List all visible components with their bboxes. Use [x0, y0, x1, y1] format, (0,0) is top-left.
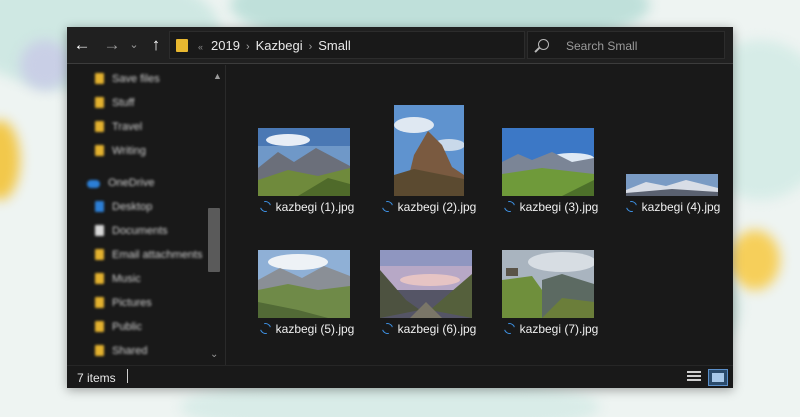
back-arrow-icon[interactable]: ←: [71, 34, 93, 56]
sidebar-item-label: Music: [112, 273, 141, 285]
file-name: kazbegi (2).jpg: [368, 198, 490, 215]
scroll-up-icon[interactable]: ▲: [213, 71, 222, 81]
sync-pending-icon: [379, 198, 395, 215]
file-grid: kazbegi (1).jpg kazbegi (2).jpg kazbegi …: [226, 65, 733, 365]
sync-pending-icon: [501, 198, 517, 215]
file-name: kazbegi (7).jpg: [490, 320, 612, 337]
folder-icon: [95, 321, 104, 332]
sidebar-item-label: Shared: [112, 345, 148, 357]
breadcrumb-item[interactable]: Small: [318, 38, 351, 53]
sync-pending-icon: [257, 198, 273, 215]
breadcrumb: « 2019 › Kazbegi › Small: [198, 38, 351, 53]
sidebar-item-travel[interactable]: Travel: [95, 121, 142, 139]
sidebar-item-documents[interactable]: Documents: [95, 225, 168, 243]
folder-icon: [176, 39, 188, 52]
search-icon: [538, 39, 549, 50]
sync-pending-icon: [379, 320, 395, 337]
breadcrumb-separator-icon[interactable]: ›: [309, 41, 313, 53]
image-thumbnail: [626, 174, 718, 196]
folder-icon: [95, 297, 104, 308]
sidebar-item-label: OneDrive: [108, 177, 155, 189]
image-thumbnail: [502, 128, 594, 196]
details-view-icon[interactable]: [687, 371, 701, 384]
sidebar-item-music[interactable]: Music: [95, 273, 141, 291]
search-input[interactable]: [566, 38, 716, 54]
file-explorer-window: ← → ⌄ ↑ «2019›Kazbegi›Small ⌄ ↻ ▲ Save f…: [67, 27, 733, 388]
recent-locations-chevron-icon[interactable]: ⌄: [123, 34, 145, 56]
large-icons-view-icon[interactable]: [708, 369, 728, 386]
status-bar: 7 items: [67, 365, 733, 388]
file-name: kazbegi (1).jpg: [246, 198, 368, 215]
sidebar-item-onedrive[interactable]: OneDrive: [87, 177, 154, 195]
sync-pending-icon: [501, 320, 517, 337]
sidebar-item-label: Save files: [112, 73, 160, 85]
sidebar-item-pictures[interactable]: Pictures: [95, 297, 152, 315]
sidebar-item-label: Desktop: [112, 201, 153, 213]
sidebar-item-label: Travel: [112, 121, 143, 133]
sidebar-scrollbar-thumb[interactable]: [208, 208, 220, 272]
sidebar-item-label: Documents: [112, 225, 168, 237]
folder-icon: [95, 145, 104, 156]
sidebar-item-label: Public: [112, 321, 142, 333]
folder-icon: [95, 273, 104, 284]
sidebar-item-desktop[interactable]: Desktop: [95, 201, 152, 219]
forward-arrow-icon[interactable]: →: [101, 34, 123, 56]
desktop-icon: [95, 201, 104, 212]
item-count: 7 items: [77, 371, 116, 385]
sync-pending-icon: [257, 320, 273, 337]
sidebar-item-shared[interactable]: Shared: [95, 345, 147, 363]
sidebar-item-save-files[interactable]: Save files: [95, 73, 160, 91]
file-tile-kazbegi-7[interactable]: kazbegi (7).jpg: [490, 221, 612, 339]
file-tile-kazbegi-5[interactable]: kazbegi (5).jpg: [246, 221, 368, 339]
scroll-down-icon[interactable]: ⌄: [210, 349, 218, 360]
file-name: kazbegi (4).jpg: [612, 198, 734, 215]
sidebar-item-label: Pictures: [112, 297, 152, 309]
document-icon: [95, 225, 104, 236]
address-bar[interactable]: «2019›Kazbegi›Small ⌄ ↻: [169, 31, 607, 59]
up-arrow-icon[interactable]: ↑: [145, 34, 167, 56]
breadcrumb-item[interactable]: 2019: [211, 38, 240, 53]
breadcrumb-item[interactable]: Kazbegi: [256, 38, 303, 53]
breadcrumb-overflow[interactable]: «: [198, 42, 203, 52]
sidebar-item-public[interactable]: Public: [95, 321, 142, 339]
sync-pending-icon: [623, 198, 639, 215]
sidebar-item-email-attachments[interactable]: Email attachments: [95, 249, 202, 267]
image-thumbnail: [258, 250, 350, 318]
sidebar-item-label: Writing: [112, 145, 147, 157]
image-thumbnail: [394, 105, 464, 196]
file-tile-kazbegi-6[interactable]: kazbegi (6).jpg: [368, 221, 490, 339]
image-thumbnail: [380, 250, 472, 318]
file-tile-kazbegi-4[interactable]: kazbegi (4).jpg: [612, 99, 734, 217]
file-tile-kazbegi-2[interactable]: kazbegi (2).jpg: [368, 99, 490, 217]
sidebar-item-writing[interactable]: Writing: [95, 145, 146, 163]
search-box[interactable]: [527, 31, 725, 59]
cloud-icon: [87, 180, 100, 188]
folder-icon: [95, 345, 104, 356]
folder-icon: [95, 121, 104, 132]
sidebar-item-label: Email attachments: [112, 249, 203, 261]
folder-icon: [95, 73, 104, 84]
file-name: kazbegi (5).jpg: [246, 320, 368, 337]
breadcrumb-separator-icon[interactable]: ›: [246, 41, 250, 53]
file-name: kazbegi (6).jpg: [368, 320, 490, 337]
status-separator: [127, 369, 128, 383]
file-tile-kazbegi-3[interactable]: kazbegi (3).jpg: [490, 99, 612, 217]
address-toolbar: ← → ⌄ ↑ «2019›Kazbegi›Small ⌄ ↻: [67, 27, 733, 64]
file-name: kazbegi (3).jpg: [490, 198, 612, 215]
folder-icon: [95, 249, 104, 260]
navigation-pane: ▲ Save files Stuff Travel Writing OneDri…: [67, 65, 225, 365]
file-tile-kazbegi-1[interactable]: kazbegi (1).jpg: [246, 99, 368, 217]
sidebar-item-stuff[interactable]: Stuff: [95, 97, 134, 115]
image-thumbnail: [258, 128, 350, 196]
image-thumbnail: [502, 250, 594, 318]
sidebar-item-label: Stuff: [112, 97, 135, 109]
folder-icon: [95, 97, 104, 108]
